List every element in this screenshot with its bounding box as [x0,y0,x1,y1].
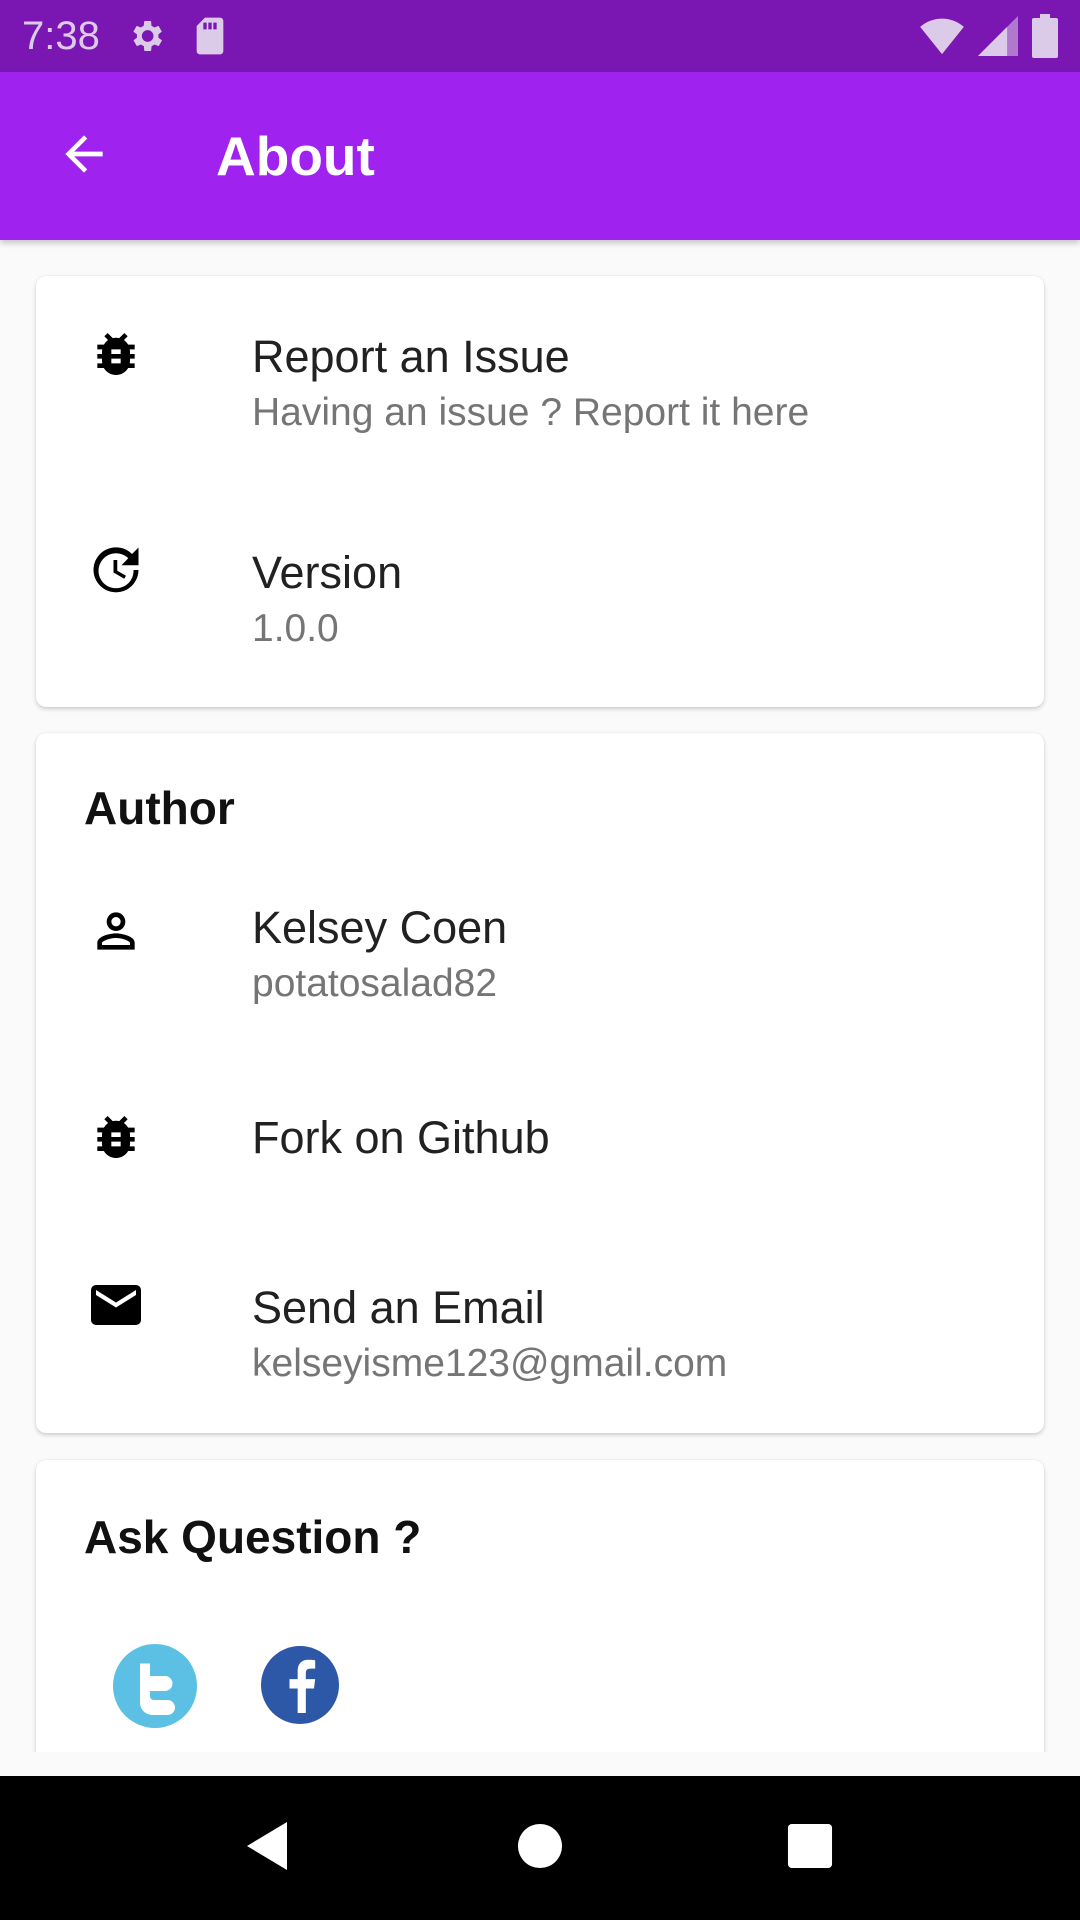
info-card: Report an Issue Having an issue ? Report… [36,276,1044,707]
report-issue-subtitle: Having an issue ? Report it here [252,391,810,434]
send-email-item[interactable]: Send an Email kelseyisme123@gmail.com [36,1245,1044,1433]
twitter-icon[interactable] [113,1644,197,1728]
version-value: 1.0.0 [252,607,339,650]
wifi-icon [920,16,964,56]
signal-icon [978,16,1018,56]
back-button[interactable] [0,72,168,240]
navigation-bar [0,1776,1080,1920]
app-bar: About [0,72,1080,240]
nav-recents-button[interactable] [750,1776,870,1920]
nav-home-button[interactable] [480,1776,600,1920]
ask-question-header: Ask Question ? [84,1511,422,1563]
ask-question-card: Ask Question ? [36,1460,1044,1752]
author-header: Author [84,782,235,834]
update-icon [86,540,146,600]
fork-github-item[interactable]: Fork on Github [36,1077,1044,1245]
send-email-title: Send an Email [252,1282,545,1333]
bug-icon [86,1107,146,1167]
gear-icon [126,16,166,56]
author-name: Kelsey Coen [252,902,508,953]
person-icon [86,901,146,961]
status-bar: 7:38 [0,0,1080,72]
recents-square-icon [787,1823,833,1874]
nav-back-button[interactable] [207,1776,327,1920]
version-item[interactable]: Version 1.0.0 [36,492,1044,707]
report-issue-title: Report an Issue [252,331,570,382]
fork-github-title: Fork on Github [252,1112,550,1163]
email-icon [86,1275,146,1335]
author-username: potatosalad82 [252,962,498,1005]
sd-card-icon [192,16,228,56]
facebook-icon[interactable] [261,1646,339,1724]
version-title: Version [252,547,403,598]
page-title: About [216,125,375,187]
report-issue-item[interactable]: Report an Issue Having an issue ? Report… [36,276,1044,492]
author-name-item[interactable]: Kelsey Coen potatosalad82 [36,861,1044,1077]
back-triangle-icon [243,1820,291,1877]
content-scroll[interactable]: Report an Issue Having an issue ? Report… [0,240,1080,1752]
arrow-back-icon [56,126,112,187]
status-time: 7:38 [22,13,100,58]
bug-icon [86,324,146,384]
author-card: Author Kelsey Coen potatosalad82 Fork on… [36,733,1044,1433]
battery-icon [1032,14,1058,58]
home-circle-icon [517,1823,563,1874]
email-address: kelseyisme123@gmail.com [252,1342,728,1385]
